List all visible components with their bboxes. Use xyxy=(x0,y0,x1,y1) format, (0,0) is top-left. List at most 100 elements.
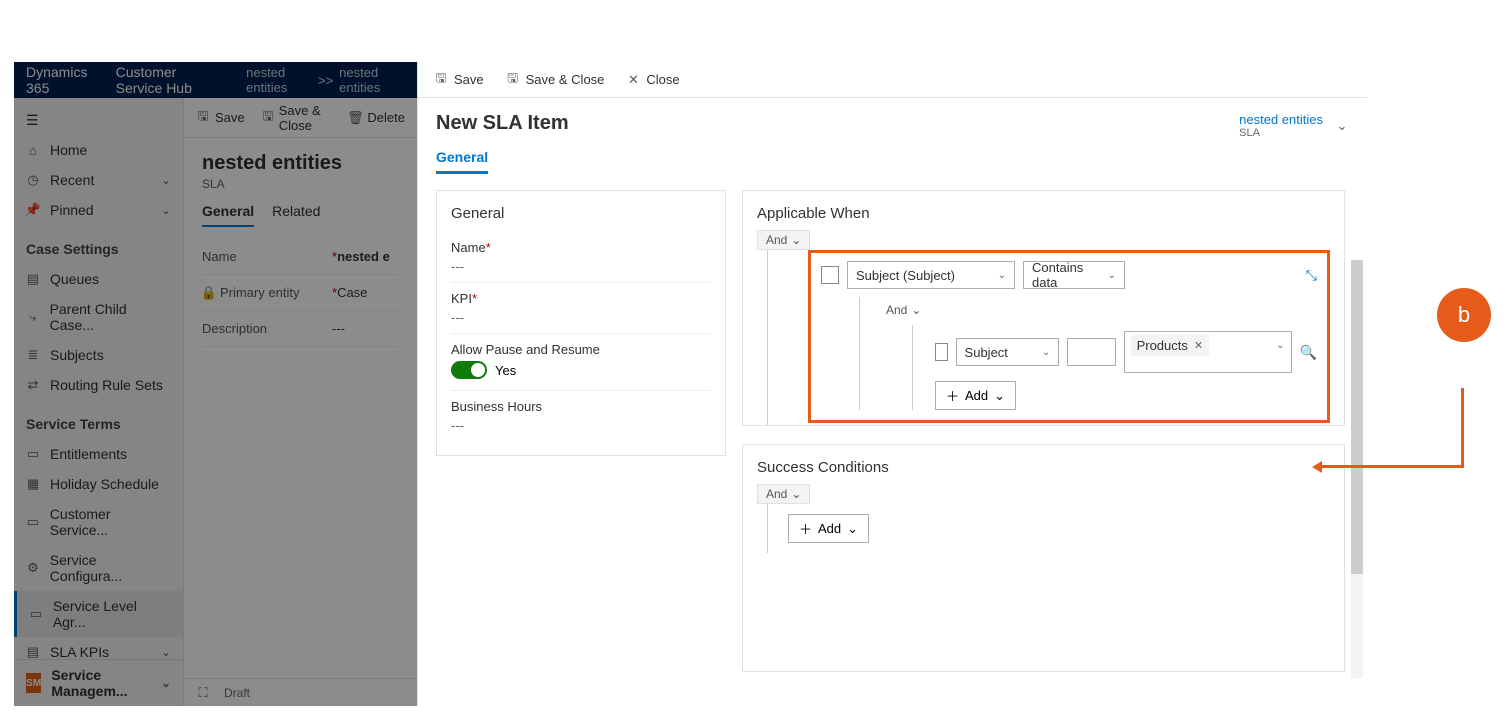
chevron-down-icon[interactable]: ⌄ xyxy=(1335,119,1349,133)
bg-save-close-button[interactable]: 🖫Save & Close xyxy=(263,103,331,133)
nav-sla[interactable]: ▭Service Level Agr... xyxy=(14,591,183,637)
pin-icon: 📌 xyxy=(26,203,40,217)
calendar-icon: ▦ xyxy=(26,477,40,491)
chevron-down-icon: ⌄ xyxy=(161,645,171,659)
bg-footer: ⛶ Draft xyxy=(184,678,417,706)
field-dropdown-2[interactable]: Subject⌄ xyxy=(956,338,1060,366)
footer-status: Draft xyxy=(224,686,250,700)
nav-subjects[interactable]: ≣Subjects xyxy=(14,340,183,370)
bg-tab-related[interactable]: Related xyxy=(272,203,320,227)
header-right[interactable]: nested entities SLA ⌄ xyxy=(1239,112,1349,139)
nav-header-service: Service Terms xyxy=(14,400,183,439)
nav-service-mgmt[interactable]: SMService Managem...⌄ xyxy=(14,659,183,706)
breadcrumb-1[interactable]: nested entities xyxy=(246,65,312,95)
chevron-down-icon: ⌄ xyxy=(1108,270,1116,281)
applicable-when-section: Applicable When And⌄ Subject (Subject)⌄ … xyxy=(742,190,1345,426)
success-group-operator[interactable]: And⌄ xyxy=(757,484,810,504)
nav-recent[interactable]: ◷Recent⌄ xyxy=(14,165,183,195)
bg-row-description: Description --- xyxy=(202,311,399,347)
bg-delete-button[interactable]: 🗑Delete xyxy=(348,110,405,125)
collapse-icon[interactable]: ⤡ xyxy=(1306,267,1317,284)
operator-dropdown-2[interactable] xyxy=(1067,338,1115,366)
condition-row-1: Subject (Subject)⌄ Contains data⌄ ⤡ xyxy=(821,261,1317,289)
nav-home[interactable]: ⌂Home xyxy=(14,135,183,165)
bg-row-primary: 🔒Primary entity* Case xyxy=(202,275,399,311)
bg-record-title: nested entities xyxy=(184,138,417,177)
entitlement-icon: ▭ xyxy=(26,447,40,461)
routing-icon: ⇄ xyxy=(26,378,40,392)
bg-name-value[interactable]: nested e xyxy=(337,249,399,264)
related-record-link[interactable]: nested entities xyxy=(1239,112,1323,127)
nav-parent-child[interactable]: ⤷Parent Child Case... xyxy=(14,294,183,340)
field-business-hours[interactable]: Business Hours --- xyxy=(451,391,711,441)
toggle-switch[interactable] xyxy=(451,361,487,379)
save-icon: 🖫 xyxy=(196,111,210,125)
nav-routing[interactable]: ⇄Routing Rule Sets xyxy=(14,370,183,400)
bg-content: 🖫Save 🖫Save & Close 🗑Delete nested entit… xyxy=(184,98,417,706)
related-record-type: SLA xyxy=(1239,127,1323,139)
sla-icon: ▭ xyxy=(29,607,43,621)
success-heading: Success Conditions xyxy=(757,459,1330,476)
row-checkbox[interactable] xyxy=(821,266,839,284)
tab-general[interactable]: General xyxy=(436,149,488,174)
nav-service-config[interactable]: ⚙Service Configura... xyxy=(14,545,183,591)
chevron-down-icon: ⌄ xyxy=(791,233,801,247)
save-button[interactable]: 🖫Save xyxy=(434,72,484,87)
chevron-down-icon: ⌄ xyxy=(791,487,801,501)
condition-row-2: Subject⌄ Products✕ ⌄ 🔍 xyxy=(935,331,1317,373)
chevron-down-icon: ⌄ xyxy=(998,270,1006,281)
vertical-scrollbar[interactable] xyxy=(1351,260,1363,678)
close-button[interactable]: ✕Close xyxy=(626,72,679,87)
add-condition-button-inner[interactable]: ＋Add⌄ xyxy=(935,381,1016,410)
close-icon: ✕ xyxy=(626,73,640,87)
remove-tag-icon[interactable]: ✕ xyxy=(1194,339,1203,352)
nav-queues[interactable]: ▤Queues xyxy=(14,264,183,294)
name-value[interactable]: --- xyxy=(451,259,711,274)
root-group-operator[interactable]: And⌄ xyxy=(757,230,810,250)
add-success-condition-button[interactable]: ＋Add⌄ xyxy=(788,514,869,543)
bg-tabs: General Related xyxy=(184,203,417,227)
bg-desc-value[interactable]: --- xyxy=(332,321,399,336)
nav-holiday[interactable]: ▦Holiday Schedule xyxy=(14,469,183,499)
search-icon[interactable]: 🔍 xyxy=(1300,344,1317,361)
toggle-label: Yes xyxy=(495,363,516,378)
nav-customer-service[interactable]: ▭Customer Service... xyxy=(14,499,183,545)
value-lookup[interactable]: Products✕ ⌄ xyxy=(1124,331,1292,373)
field-kpi[interactable]: KPI* --- xyxy=(451,283,711,334)
hub-name: Customer Service Hub xyxy=(116,64,227,96)
cs-icon: ▭ xyxy=(26,515,40,529)
page-title: New SLA Item xyxy=(436,112,569,135)
field-allow-pause[interactable]: Allow Pause and Resume Yes xyxy=(451,334,711,391)
chevron-down-icon: ⌄ xyxy=(161,203,171,217)
general-heading: General xyxy=(451,205,711,222)
sla-item-flyout: 🖫Save 🖫Save & Close ✕Close New SLA Item … xyxy=(417,62,1367,706)
bg-top-bar: Dynamics 365 Customer Service Hub nested… xyxy=(14,62,417,98)
clock-icon: ◷ xyxy=(26,173,40,187)
chevron-down-icon: ⌄ xyxy=(847,521,858,537)
general-section: General Name* --- KPI* --- Allow Pause a… xyxy=(436,190,726,456)
hours-value[interactable]: --- xyxy=(451,418,711,433)
highlighted-condition-group: Subject (Subject)⌄ Contains data⌄ ⤡ And⌄… xyxy=(808,250,1330,423)
field-dropdown[interactable]: Subject (Subject)⌄ xyxy=(847,261,1015,289)
nav-pinned[interactable]: 📌Pinned⌄ xyxy=(14,195,183,225)
bg-save-button[interactable]: 🖫Save xyxy=(196,110,245,125)
success-conditions-section: Success Conditions And⌄ ＋Add⌄ xyxy=(742,444,1345,672)
save-icon: 🖫 xyxy=(434,73,448,87)
nested-group-operator[interactable]: And⌄ xyxy=(878,301,929,319)
fg-command-bar: 🖫Save 🖫Save & Close ✕Close xyxy=(418,62,1367,98)
expand-icon[interactable]: ⛶ xyxy=(196,686,210,700)
save-close-button[interactable]: 🖫Save & Close xyxy=(506,72,605,87)
chevron-down-icon: ⌄ xyxy=(911,303,921,317)
plus-icon: ＋ xyxy=(799,519,812,538)
row-checkbox[interactable] xyxy=(935,343,948,361)
hamburger-icon[interactable]: ☰ xyxy=(14,106,183,135)
bg-tab-general[interactable]: General xyxy=(202,203,254,227)
nav-entitlements[interactable]: ▭Entitlements xyxy=(14,439,183,469)
callout-arrow xyxy=(1320,388,1464,468)
chevron-down-icon: ⌄ xyxy=(1042,347,1050,358)
bg-sidebar: ☰ ⌂Home ◷Recent⌄ 📌Pinned⌄ Case Settings … xyxy=(14,98,184,706)
chevron-down-icon: ⌄ xyxy=(161,676,171,690)
field-name[interactable]: Name* --- xyxy=(451,232,711,283)
operator-dropdown[interactable]: Contains data⌄ xyxy=(1023,261,1125,289)
kpi-value[interactable]: --- xyxy=(451,310,711,325)
